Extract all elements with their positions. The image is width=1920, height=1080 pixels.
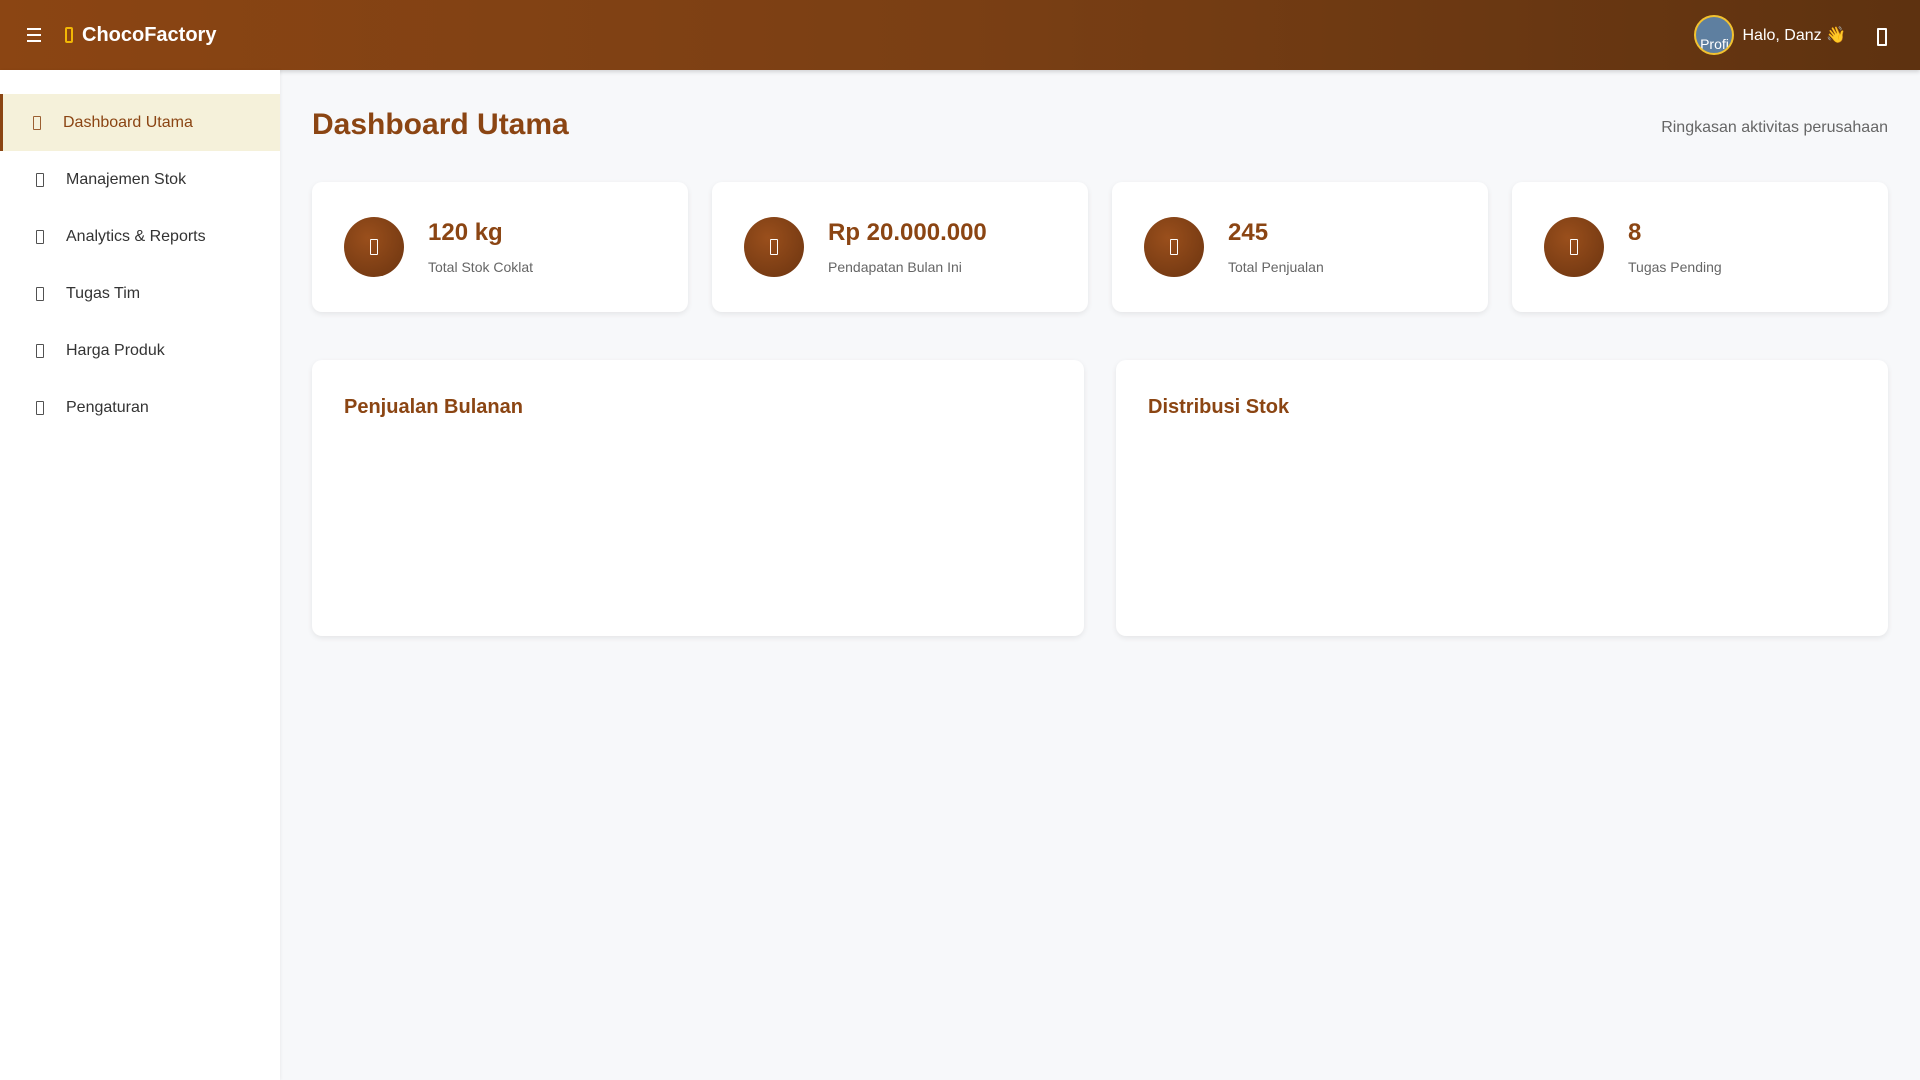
stat-value: 8 <box>1628 219 1642 246</box>
monthly-sales-panel: Penjualan Bulanan <box>312 360 1084 636</box>
gear-icon <box>36 400 44 415</box>
sidebar-item-label: Analytics & Reports <box>66 227 206 245</box>
stat-value: Rp 20.000.000 <box>828 219 987 246</box>
sidebar-item-label: Dashboard Utama <box>63 113 193 131</box>
main-content: Dashboard Utama Ringkasan aktivitas peru… <box>280 70 1920 1080</box>
avatar[interactable]: Profi <box>1694 15 1735 55</box>
stats-row: 120 kg Total Stok Coklat Rp 20.000.000 P… <box>312 182 1888 312</box>
sidebar-item-stock[interactable]: Manajemen Stok <box>0 151 280 208</box>
sidebar-item-prices[interactable]: Harga Produk <box>0 322 280 379</box>
sidebar-item-label: Harga Produk <box>66 341 165 359</box>
chart-icon <box>36 229 44 244</box>
stat-label: Pendapatan Bulan Ini <box>828 259 962 275</box>
sidebar-item-label: Tugas Tim <box>66 284 141 302</box>
sidebar-item-analytics[interactable]: Analytics & Reports <box>0 208 280 265</box>
tasks-icon <box>36 286 44 301</box>
clock-icon <box>1544 217 1604 277</box>
stat-label: Tugas Pending <box>1628 259 1722 275</box>
brand-name: ChocoFactory <box>82 23 217 46</box>
menu-toggle-icon[interactable] <box>27 25 47 45</box>
panel-title: Distribusi Stok <box>1148 396 1290 418</box>
stat-card-stock: 120 kg Total Stok Coklat <box>312 182 688 312</box>
stat-label: Total Penjualan <box>1228 259 1324 275</box>
stat-value: 245 <box>1228 219 1269 246</box>
stat-card-sales: 245 Total Penjualan <box>1112 182 1488 312</box>
tag-icon <box>36 343 44 358</box>
money-icon <box>744 217 804 277</box>
stat-label: Total Stok Coklat <box>428 259 534 275</box>
brand-logo[interactable]: ChocoFactory <box>65 24 216 47</box>
panel-title: Penjualan Bulanan <box>344 396 523 418</box>
sidebar: Dashboard Utama Manajemen Stok Analytics… <box>0 70 280 1080</box>
sidebar-item-label: Manajemen Stok <box>66 170 187 188</box>
page-subtitle: Ringkasan aktivitas perusahaan <box>1661 119 1888 136</box>
chocolate-icon <box>65 27 73 43</box>
logout-icon[interactable] <box>1874 28 1887 46</box>
sidebar-item-dashboard[interactable]: Dashboard Utama <box>0 94 280 151</box>
sidebar-item-tasks[interactable]: Tugas Tim <box>0 265 280 322</box>
stock-distribution-panel: Distribusi Stok <box>1116 360 1888 636</box>
dashboard-icon <box>33 115 41 130</box>
stat-value: 120 kg <box>428 219 503 246</box>
page-title: Dashboard Utama <box>312 108 569 141</box>
sidebar-item-settings[interactable]: Pengaturan <box>0 379 280 436</box>
sidebar-item-label: Pengaturan <box>66 398 149 416</box>
box-icon <box>36 172 44 187</box>
cube-icon <box>344 217 404 277</box>
user-area: Profi Halo, Danz 👋 <box>1694 15 1887 55</box>
top-bar: ChocoFactory Profi Halo, Danz 👋 <box>0 0 1920 70</box>
stat-card-tasks: 8 Tugas Pending <box>1512 182 1888 312</box>
stat-card-revenue: Rp 20.000.000 Pendapatan Bulan Ini <box>712 182 1088 312</box>
user-greeting: Halo, Danz 👋 <box>1742 27 1846 44</box>
cart-icon <box>1144 217 1204 277</box>
